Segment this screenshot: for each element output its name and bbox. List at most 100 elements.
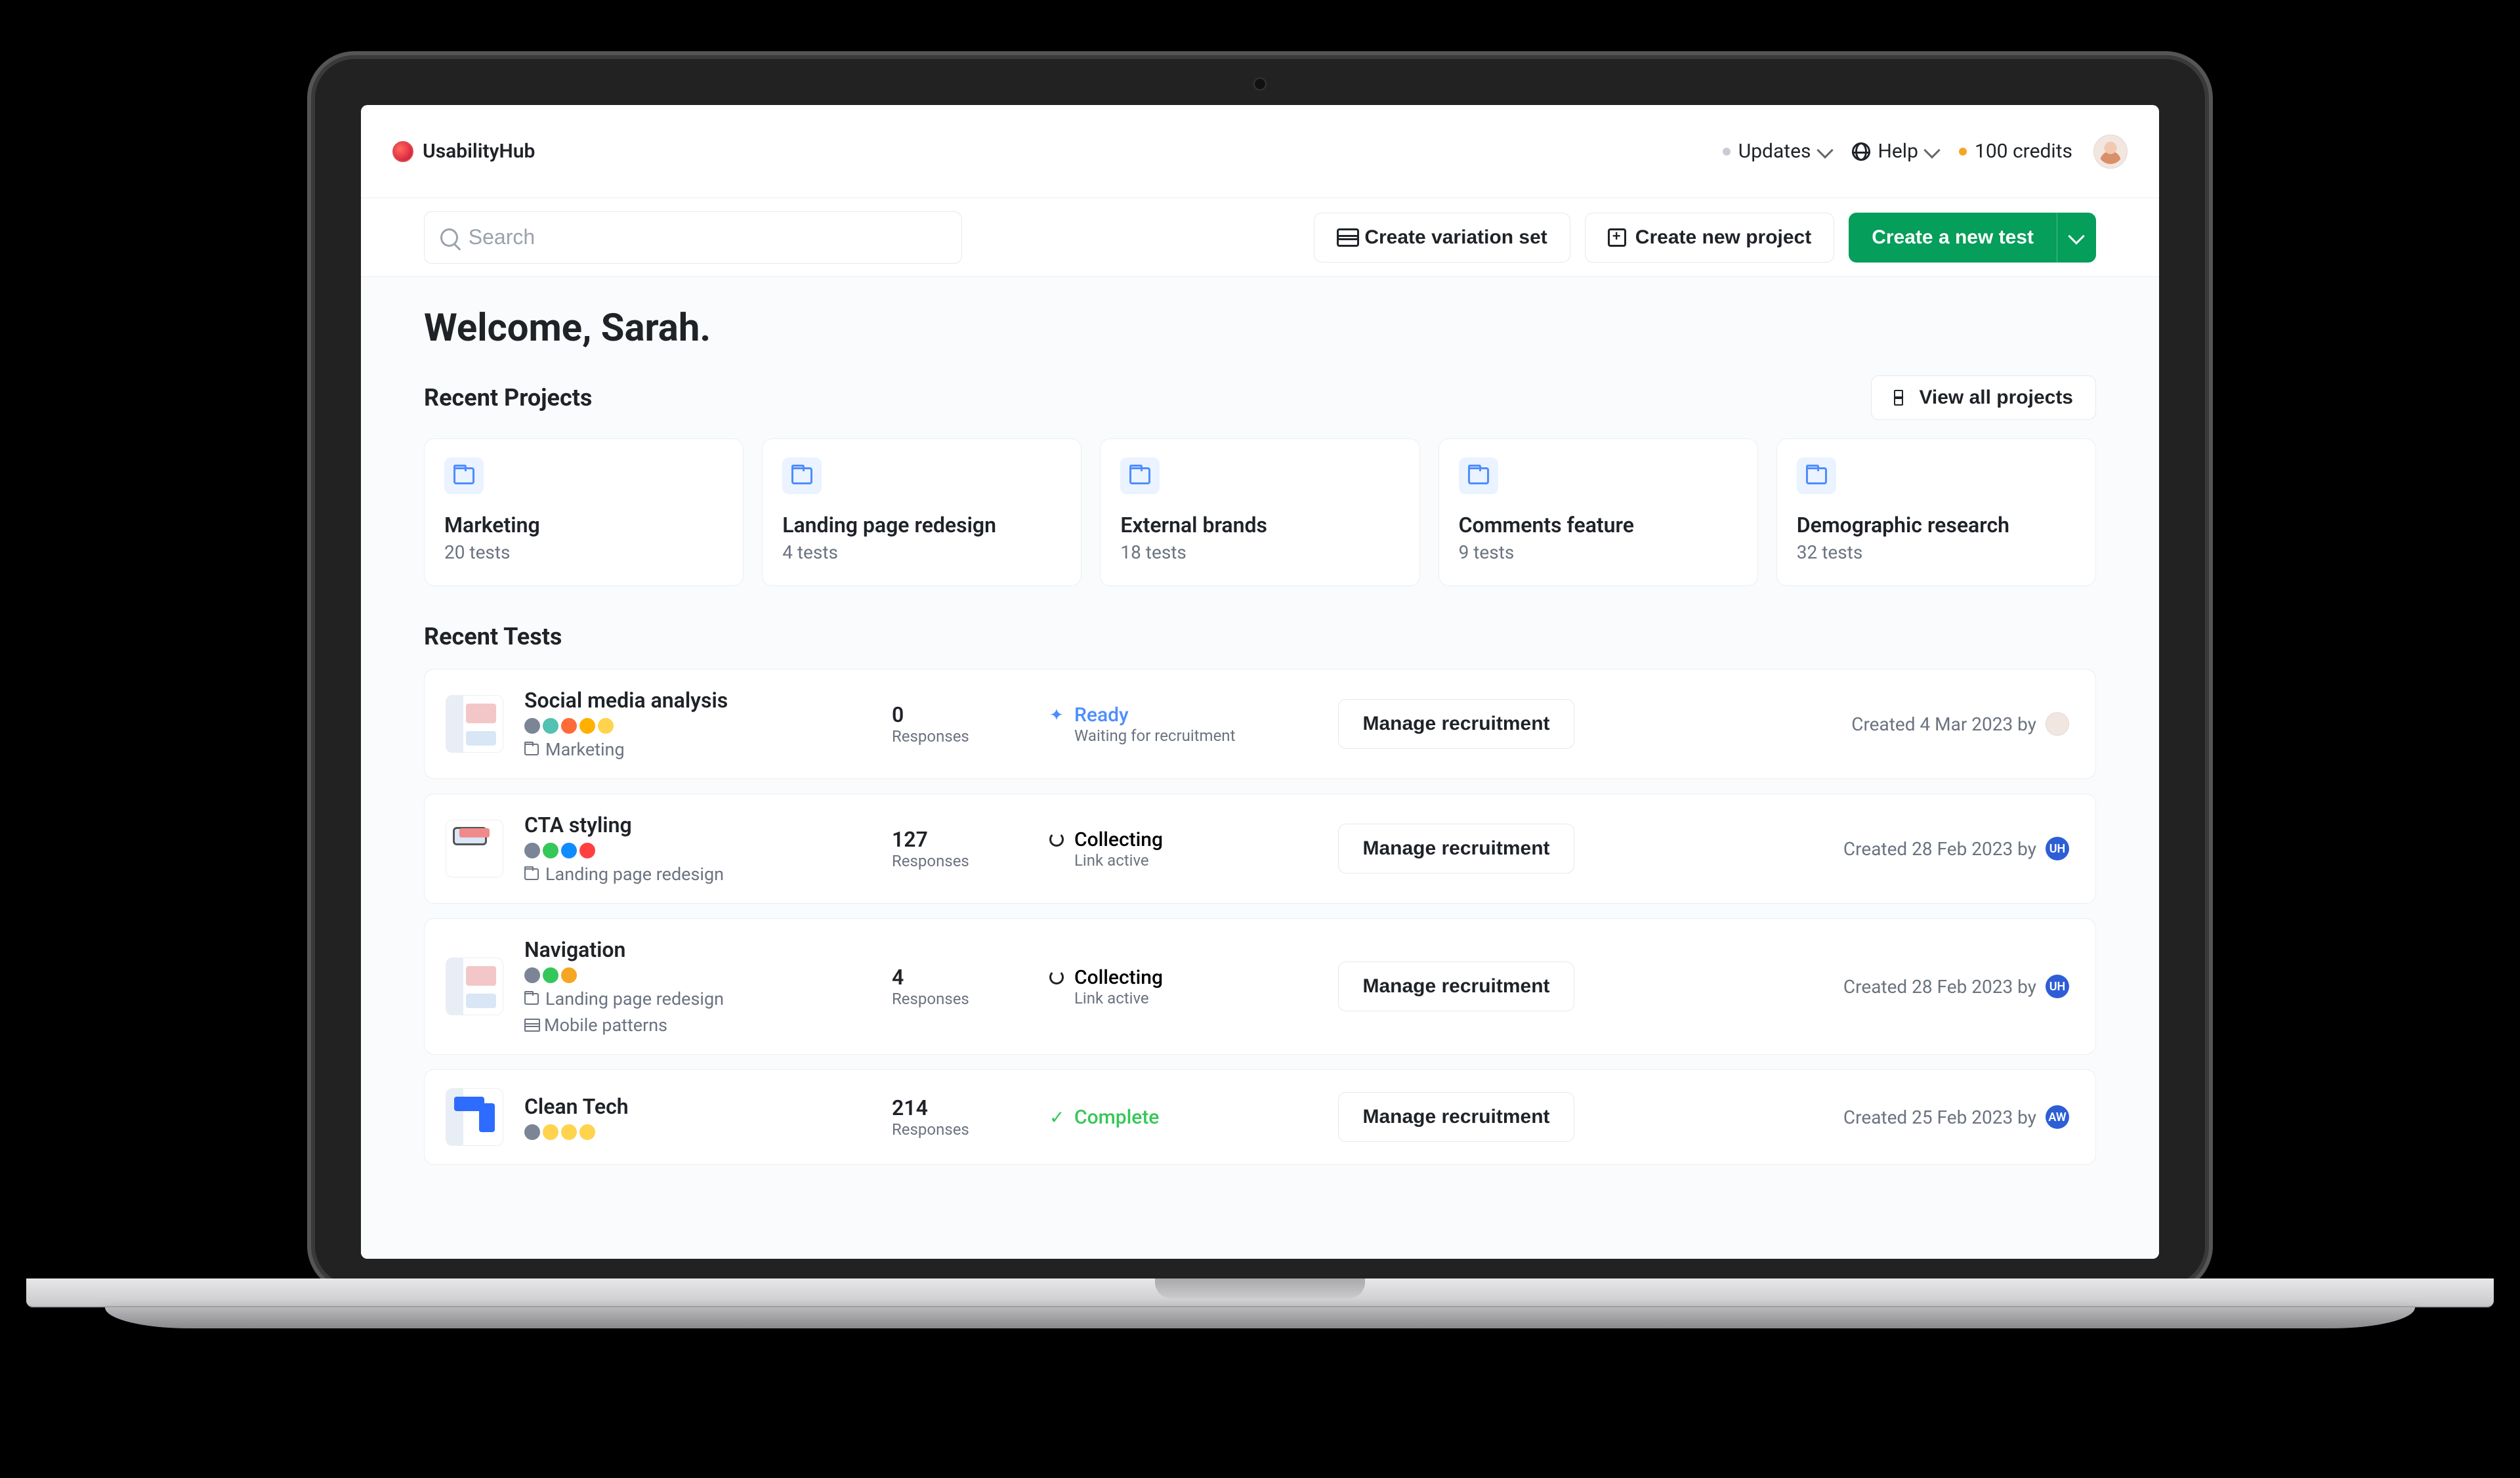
create-variation-set-button[interactable]: Create variation set [1314, 213, 1570, 263]
create-new-test-button[interactable]: Create a new test [1849, 213, 2057, 263]
creator-avatar[interactable] [2046, 712, 2069, 736]
test-thumbnail[interactable] [446, 820, 503, 877]
updates-link[interactable]: Updates [1723, 140, 1831, 163]
folder-icon [1806, 467, 1827, 484]
credits-link[interactable]: 100 credits [1959, 140, 2072, 163]
status-sub: Link active [1074, 989, 1163, 1007]
project-name: Landing page redesign [782, 513, 1061, 538]
search-box[interactable] [424, 211, 962, 264]
methodology-pills [524, 843, 879, 858]
methodology-pill-icon [524, 718, 540, 734]
new-project-icon [1608, 228, 1626, 247]
test-card: Navigation Landing page redesign Mobile p… [424, 918, 2096, 1055]
project-card[interactable]: Marketing 20 tests [424, 438, 744, 586]
project-name: Comments feature [1459, 513, 1738, 538]
project-test-count: 9 tests [1459, 541, 1738, 563]
test-variation[interactable]: Mobile patterns [524, 1015, 879, 1036]
project-test-count: 4 tests [782, 541, 1061, 563]
variation-set-icon [1337, 228, 1355, 247]
manage-recruitment-button[interactable]: Manage recruitment [1338, 1092, 1574, 1142]
topbar: UsabilityHub Updates Help 100 credits [361, 105, 2159, 198]
chevron-down-icon [1816, 142, 1833, 158]
brand[interactable]: UsabilityHub [392, 140, 535, 163]
brand-logo-icon [392, 141, 413, 162]
brand-name: UsabilityHub [423, 140, 535, 163]
created-text: Created 25 Feb 2023 by [1843, 1107, 2036, 1128]
test-thumbnail[interactable] [446, 958, 503, 1015]
test-thumbnail[interactable] [446, 1088, 503, 1146]
search-icon [440, 228, 458, 247]
manage-recruitment-button[interactable]: Manage recruitment [1338, 961, 1574, 1011]
project-card[interactable]: Demographic research 32 tests [1776, 438, 2096, 586]
methodology-pills [524, 967, 879, 983]
responses-count: 0 [892, 702, 1036, 727]
spinner-icon [1049, 832, 1065, 848]
manage-recruitment-button[interactable]: Manage recruitment [1338, 699, 1574, 749]
project-card[interactable]: Landing page redesign 4 tests [762, 438, 1082, 586]
project-test-count: 20 tests [444, 541, 723, 563]
test-folder[interactable]: Marketing [524, 739, 879, 760]
responses-label: Responses [892, 852, 1036, 870]
created-text: Created 4 Mar 2023 by [1851, 713, 2036, 735]
creator-avatar[interactable]: UH [2046, 975, 2069, 998]
methodology-pill-icon [524, 843, 540, 858]
status-sub: Link active [1074, 851, 1163, 870]
test-name[interactable]: Social media analysis [524, 688, 879, 713]
folder-badge [1120, 457, 1160, 494]
help-link[interactable]: Help [1852, 140, 1938, 163]
responses-label: Responses [892, 1120, 1036, 1139]
test-folder[interactable]: Landing page redesign [524, 864, 879, 885]
create-new-test-dropdown[interactable] [2057, 213, 2096, 263]
responses-count: 127 [892, 827, 1036, 852]
create-new-test-label: Create a new test [1872, 226, 2034, 249]
folder-badge [782, 457, 822, 494]
folder-icon [453, 467, 474, 484]
view-all-projects-button[interactable]: View all projects [1871, 375, 2096, 420]
test-card: Clean Tech 214 Responses ✓ Complete Mana… [424, 1069, 2096, 1165]
folder-icon [524, 868, 539, 880]
test-thumbnail[interactable] [446, 695, 503, 753]
project-name: External brands [1120, 513, 1399, 538]
methodology-pill-icon [543, 1124, 558, 1140]
help-label: Help [1878, 140, 1918, 163]
test-card: Social media analysis Marketing 0 Respon… [424, 669, 2096, 779]
methodology-pills [524, 718, 879, 734]
test-name[interactable]: CTA styling [524, 813, 879, 837]
spinner-icon [1049, 970, 1065, 986]
project-test-count: 32 tests [1797, 541, 2076, 563]
methodology-pill-icon [543, 843, 558, 858]
grid-icon [1894, 390, 1910, 406]
project-name: Marketing [444, 513, 723, 538]
status-name: Ready [1074, 704, 1235, 727]
test-name[interactable]: Clean Tech [524, 1094, 879, 1119]
search-input[interactable] [469, 225, 946, 249]
methodology-pill-icon [561, 843, 577, 858]
responses-label: Responses [892, 990, 1036, 1008]
creator-avatar[interactable]: AW [2046, 1105, 2069, 1129]
credits-label: 100 credits [1975, 140, 2072, 163]
create-new-project-label: Create new project [1635, 226, 1811, 249]
responses-count: 214 [892, 1095, 1036, 1120]
methodology-pill-icon [579, 843, 595, 858]
manage-recruitment-button[interactable]: Manage recruitment [1338, 824, 1574, 874]
test-folder[interactable]: Landing page redesign [524, 988, 879, 1009]
project-card[interactable]: Comments feature 9 tests [1438, 438, 1758, 586]
methodology-pill-icon [524, 1124, 540, 1140]
methodology-pill-icon [579, 1124, 595, 1140]
actionbar: Create variation set Create new project … [361, 198, 2159, 277]
status-name: Complete [1074, 1106, 1159, 1129]
check-icon: ✓ [1049, 1110, 1065, 1126]
created-text: Created 28 Feb 2023 by [1843, 838, 2036, 860]
methodology-pill-icon [579, 718, 595, 734]
recent-projects-heading: Recent Projects [424, 384, 592, 412]
create-new-project-button[interactable]: Create new project [1585, 213, 1834, 263]
folder-badge [1459, 457, 1498, 494]
test-name[interactable]: Navigation [524, 937, 879, 962]
user-avatar[interactable] [2093, 135, 2128, 169]
project-card[interactable]: External brands 18 tests [1100, 438, 1419, 586]
status-name: Collecting [1074, 828, 1163, 851]
methodology-pill-icon [561, 1124, 577, 1140]
folder-badge [444, 457, 484, 494]
folder-badge [1797, 457, 1836, 494]
creator-avatar[interactable]: UH [2046, 837, 2069, 860]
